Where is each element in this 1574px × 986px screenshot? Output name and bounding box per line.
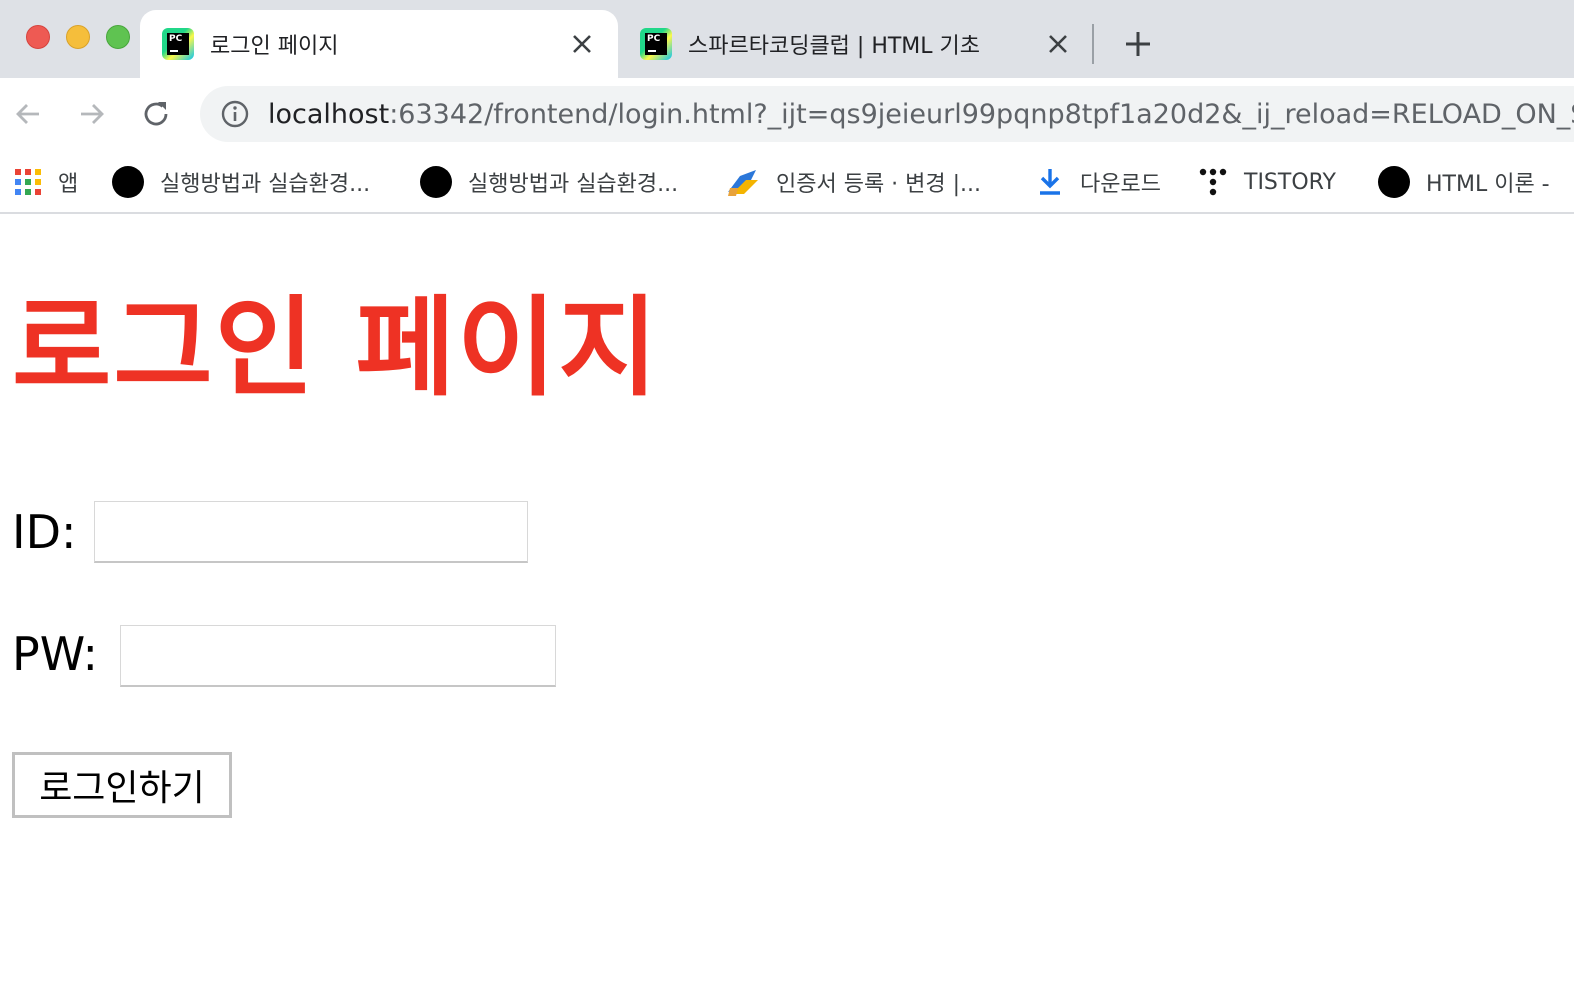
- url-host: localhost: [268, 98, 390, 130]
- pw-input[interactable]: [120, 625, 556, 687]
- plus-icon: [1126, 32, 1150, 56]
- bookmark-item[interactable]: 실행방법과 실습환경...: [112, 162, 370, 202]
- reload-button[interactable]: [136, 94, 176, 134]
- page-content: 로그인 페이지 ID: PW: 로그인하기: [0, 214, 1574, 986]
- arrow-left-icon: [16, 104, 39, 124]
- info-icon[interactable]: [220, 99, 250, 129]
- tab-separator: [1092, 24, 1094, 64]
- forward-button[interactable]: [72, 94, 112, 134]
- pw-label: PW:: [12, 627, 99, 681]
- black-circle-icon: [112, 166, 144, 198]
- url-text: localhost:63342/frontend/login.html?_ijt…: [268, 99, 1574, 130]
- close-icon[interactable]: [568, 30, 596, 58]
- bookmark-label: HTML 이론 -: [1426, 172, 1550, 197]
- window-close-button[interactable]: [26, 25, 50, 49]
- bookmarks-bar: 앱 실행방법과 실습환경... 실행방법과 실습환경... 인증서 등록 · 변…: [0, 150, 1574, 214]
- id-label: ID:: [12, 505, 77, 559]
- download-icon: [1040, 169, 1060, 195]
- certificate-icon: [728, 170, 758, 196]
- bookmark-apps[interactable]: 앱: [14, 162, 78, 202]
- bookmark-label: 실행방법과 실습환경...: [468, 172, 679, 197]
- apps-grid-icon: [15, 169, 41, 195]
- bookmark-label: 실행방법과 실습환경...: [160, 172, 371, 197]
- black-circle-icon: [420, 166, 452, 198]
- tab-login-page[interactable]: PC 로그인 페이지: [140, 10, 618, 78]
- tab-strip: PC 로그인 페이지 PC 스파르타코딩클럽 | HTML 기초: [0, 0, 1574, 78]
- id-input[interactable]: [94, 501, 528, 563]
- bookmark-item[interactable]: 실행방법과 실습환경...: [420, 162, 678, 202]
- tab-sparta-html[interactable]: PC 스파르타코딩클럽 | HTML 기초: [618, 10, 1094, 78]
- bookmark-item[interactable]: 다운로드: [1036, 162, 1161, 202]
- arrow-right-icon: [81, 104, 104, 124]
- tab-title: 스파르타코딩클럽 | HTML 기초: [688, 34, 981, 59]
- bookmark-label: 앱: [58, 172, 79, 197]
- login-button[interactable]: 로그인하기: [12, 752, 232, 818]
- close-icon[interactable]: [1044, 30, 1072, 58]
- pycharm-icon: PC: [162, 28, 194, 60]
- new-tab-button[interactable]: [1118, 24, 1158, 64]
- bookmark-label: 다운로드: [1080, 172, 1161, 197]
- browser-toolbar: localhost:63342/frontend/login.html?_ijt…: [0, 78, 1574, 150]
- tistory-icon: [1199, 168, 1227, 196]
- window-zoom-button[interactable]: [106, 25, 130, 49]
- pycharm-icon: PC: [640, 28, 672, 60]
- bookmark-label: 인증서 등록 · 변경 |...: [776, 172, 982, 197]
- bookmark-item[interactable]: 인증서 등록 · 변경 |...: [726, 162, 981, 202]
- bookmark-label: TISTORY: [1244, 169, 1336, 195]
- address-bar[interactable]: localhost:63342/frontend/login.html?_ijt…: [200, 86, 1574, 142]
- url-path: :63342/frontend/login.html?_ijt=qs9jeieu…: [389, 98, 1574, 130]
- tab-title: 로그인 페이지: [210, 34, 339, 59]
- bookmark-item[interactable]: HTML 이론 -: [1378, 162, 1550, 202]
- reload-icon: [144, 102, 168, 126]
- page-title: 로그인 페이지: [12, 286, 660, 411]
- black-circle-icon: [1378, 166, 1410, 198]
- bookmark-item[interactable]: TISTORY: [1198, 162, 1336, 202]
- back-button[interactable]: [8, 94, 48, 134]
- window-minimize-button[interactable]: [66, 25, 90, 49]
